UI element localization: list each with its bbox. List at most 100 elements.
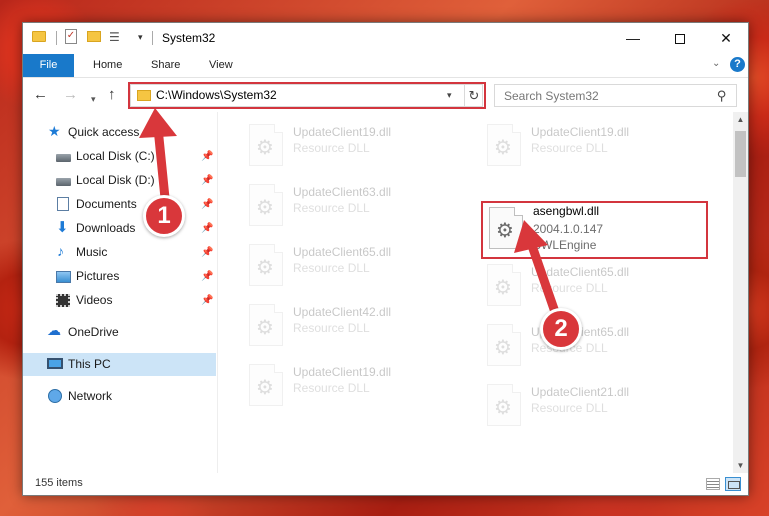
scroll-up-icon[interactable]: ▲ xyxy=(733,112,748,127)
tab-home[interactable]: Home xyxy=(93,54,122,77)
onedrive-icon: ☁ xyxy=(47,322,61,338)
gear-icon: ⚙ xyxy=(494,397,512,419)
sidebar-item-label: Music xyxy=(76,245,108,259)
minimize-button[interactable]: — xyxy=(610,23,656,54)
sidebar-item-downloads[interactable]: ⬇ Downloads 📌 xyxy=(23,217,216,240)
file-tile[interactable]: ⚙ UpdateClient19.dll Resource DLL xyxy=(243,120,473,172)
file-tile[interactable]: ⚙ UpdateClient19.dll Resource DLL xyxy=(243,360,473,412)
properties-icon[interactable]: ☰ xyxy=(109,31,120,43)
sidebar-item-label: OneDrive xyxy=(68,325,119,339)
back-button[interactable]: ← xyxy=(33,85,48,105)
details-view-icon[interactable] xyxy=(706,478,720,490)
downloads-icon: ⬇ xyxy=(56,219,69,236)
help-icon[interactable]: ? xyxy=(730,57,745,72)
file-name: UpdateClient63.dll xyxy=(293,185,392,199)
quick-access-dropdown-icon[interactable]: ▾ xyxy=(138,32,143,43)
file-tile[interactable]: ⚙ UpdateClient65.dll Resource DLL xyxy=(481,320,711,372)
sidebar-item-documents[interactable]: Documents 📌 xyxy=(23,193,216,216)
new-folder-quick-button[interactable] xyxy=(87,31,101,42)
sidebar-item-label: This PC xyxy=(68,357,111,371)
sidebar-item-label: Pictures xyxy=(76,269,120,283)
file-version: 2004.1.0.147 xyxy=(533,222,604,236)
pin-icon[interactable]: 📌 xyxy=(201,289,213,312)
file-name: UpdateClient65.dll xyxy=(531,265,630,279)
dll-file-icon: ⚙ xyxy=(487,324,521,366)
folder-icon xyxy=(137,90,151,101)
disk-icon xyxy=(56,178,71,186)
documents-icon xyxy=(57,197,69,211)
window-title: System32 xyxy=(162,31,216,45)
gear-icon: ⚙ xyxy=(494,277,512,299)
pin-icon[interactable]: 📌 xyxy=(201,169,213,192)
pin-icon[interactable]: 📌 xyxy=(201,217,213,240)
pin-icon[interactable]: 📌 xyxy=(201,241,213,264)
file-type: Resource DLL xyxy=(531,401,608,415)
address-bar[interactable]: C:\Windows\System32 ▾ ↻ xyxy=(130,84,483,107)
address-dropdown-icon[interactable]: ▾ xyxy=(447,90,452,101)
recent-locations-icon[interactable]: ▾ xyxy=(91,89,96,109)
tab-file[interactable]: File xyxy=(23,54,74,77)
search-box[interactable]: ⚲ xyxy=(494,84,737,107)
sidebar-item-label: Documents xyxy=(76,197,137,211)
maximize-button[interactable] xyxy=(657,23,703,54)
file-tile[interactable]: ⚙ UpdateClient21.dll Resource DLL xyxy=(481,380,711,432)
navigation-bar: ← → ▾ ↑ C:\Windows\System32 ▾ ↻ ⚲ xyxy=(23,79,748,112)
gear-icon: ⚙ xyxy=(256,377,274,399)
file-tile[interactable]: ⚙ UpdateClient42.dll Resource DLL xyxy=(243,300,473,352)
gear-icon: ⚙ xyxy=(496,220,514,242)
navigation-pane: ★ Quick access Local Disk (C:) 📌 Local D… xyxy=(23,112,218,473)
file-name: UpdateClient19.dll xyxy=(293,365,392,379)
forward-button[interactable]: → xyxy=(63,85,78,105)
pin-icon[interactable]: 📌 xyxy=(201,193,213,216)
videos-icon xyxy=(56,294,70,307)
large-icons-view-icon[interactable] xyxy=(725,477,741,491)
dll-file-icon: ⚙ xyxy=(487,264,521,306)
dll-file-icon: ⚙ xyxy=(249,124,283,166)
file-tile[interactable]: ⚙ UpdateClient19.dll Resource DLL xyxy=(481,120,711,172)
scroll-down-icon[interactable]: ▼ xyxy=(733,458,748,473)
tab-share[interactable]: Share xyxy=(151,54,180,77)
sidebar-item-local-disk-c[interactable]: Local Disk (C:) 📌 xyxy=(23,145,216,168)
sidebar-item-onedrive[interactable]: ☁ OneDrive xyxy=(23,321,216,344)
dll-file-icon: ⚙ xyxy=(249,244,283,286)
sidebar-item-videos[interactable]: Videos 📌 xyxy=(23,289,216,312)
sidebar-item-music[interactable]: ♪ Music 📌 xyxy=(23,241,216,264)
sidebar-item-label: Downloads xyxy=(76,221,136,235)
computer-icon xyxy=(47,358,63,369)
title-separator xyxy=(152,31,153,45)
scroll-thumb[interactable] xyxy=(735,131,746,177)
refresh-button[interactable]: ↻ xyxy=(464,85,483,106)
up-button[interactable]: ↑ xyxy=(108,85,116,105)
sidebar-item-label: Videos xyxy=(76,293,113,307)
close-button[interactable]: ✕ xyxy=(703,23,749,54)
sidebar-item-network[interactable]: Network xyxy=(23,385,216,408)
music-icon: ♪ xyxy=(57,243,64,259)
file-tile[interactable]: ⚙ UpdateClient65.dll Resource DLL xyxy=(243,240,473,292)
gear-icon: ⚙ xyxy=(256,317,274,339)
item-count: 155 items xyxy=(35,477,83,489)
sidebar-item-pictures[interactable]: Pictures 📌 xyxy=(23,265,216,288)
maximize-icon xyxy=(675,34,685,45)
network-icon xyxy=(48,389,62,403)
expand-ribbon-icon[interactable]: ⌄ xyxy=(712,58,720,69)
properties-quick-button[interactable]: ✓ xyxy=(65,29,77,44)
pin-icon[interactable]: 📌 xyxy=(201,265,213,288)
dll-file-icon: ⚙ xyxy=(249,184,283,226)
vertical-scrollbar[interactable]: ▲ ▼ xyxy=(733,112,748,473)
search-icon[interactable]: ⚲ xyxy=(717,88,727,104)
file-name: UpdateClient65.dll xyxy=(293,245,392,259)
search-input[interactable] xyxy=(495,85,710,106)
sidebar-item-quick-access[interactable]: ★ Quick access xyxy=(23,121,216,144)
address-path[interactable]: C:\Windows\System32 xyxy=(156,88,277,102)
gear-icon: ⚙ xyxy=(494,137,512,159)
tab-view[interactable]: View xyxy=(209,54,233,77)
file-tile[interactable]: ⚙ UpdateClient65.dll Resource DLL xyxy=(481,260,711,312)
sidebar-item-local-disk-d[interactable]: Local Disk (D:) 📌 xyxy=(23,169,216,192)
file-tile[interactable]: ⚙ UpdateClient63.dll Resource DLL xyxy=(243,180,473,232)
file-tile-asengbwl[interactable]: ⚙ asengbwl.dll 2004.1.0.147 BWLEngine xyxy=(483,203,713,255)
dll-file-icon: ⚙ xyxy=(489,207,523,249)
dll-file-icon: ⚙ xyxy=(487,124,521,166)
pin-icon[interactable]: 📌 xyxy=(201,145,213,168)
sidebar-item-this-pc[interactable]: This PC xyxy=(23,353,216,376)
file-type: Resource DLL xyxy=(293,321,370,335)
